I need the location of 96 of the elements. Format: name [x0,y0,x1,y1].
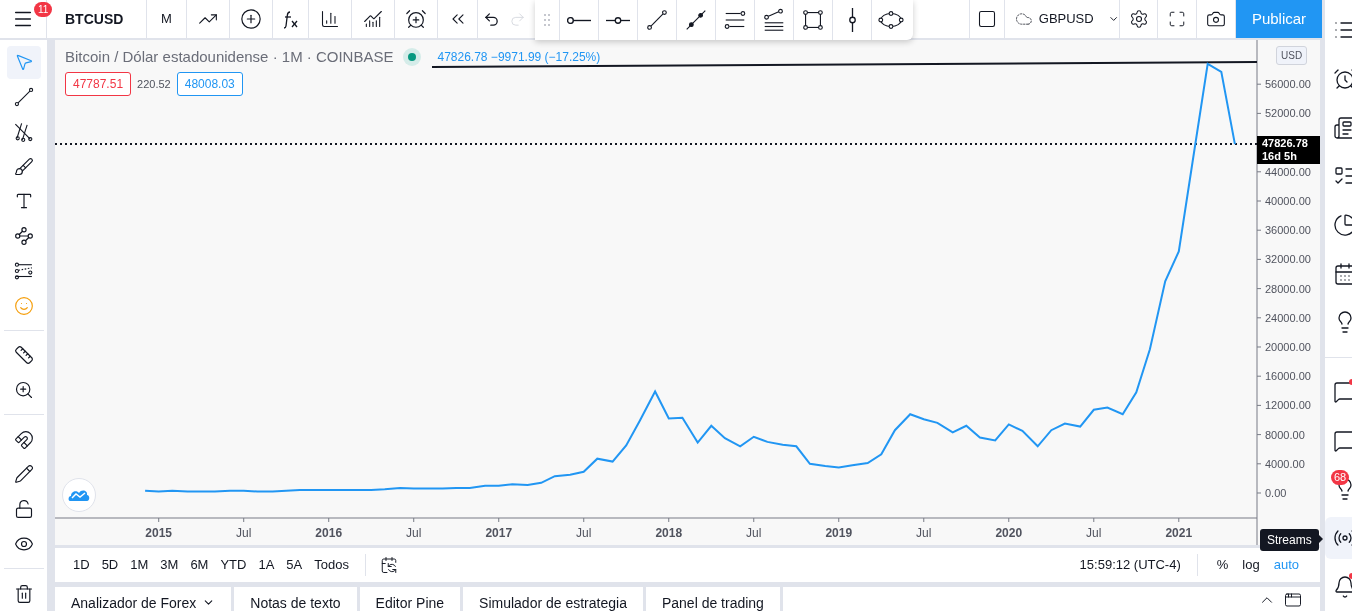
smile-icon [13,295,34,316]
scale-option-button[interactable]: log [1235,552,1267,578]
alarm-clock-icon [405,8,427,30]
range-button[interactable]: 3M [154,552,185,578]
currency-badge[interactable]: USD [1276,46,1308,65]
x-tick-label: 2021 [1165,526,1193,540]
pencil-icon [13,464,34,485]
notification-badge: 11 [34,2,53,17]
alarm-clock-icon [1333,67,1352,91]
pie-chart-icon [1333,213,1352,237]
range-button[interactable]: 6M [184,552,215,578]
trash-icon [13,583,34,604]
rectangle-icon [800,7,826,33]
y-tick-label: 40000.00 [1265,195,1311,207]
range-button[interactable]: 5A [280,552,309,578]
range-button[interactable]: 5D [95,552,125,578]
scale-option-button[interactable]: % [1209,552,1236,578]
horizontal-line-icon [606,16,630,24]
y-tick-label: 32000.00 [1265,253,1311,266]
y-tick-label: 56000.00 [1265,78,1311,91]
chat-icon [1333,380,1352,404]
lock-icon [13,499,34,520]
plus-circle-icon [240,8,262,30]
vertical-line-icon [848,8,856,32]
symbol-search-button[interactable]: BTCUSD [47,0,147,38]
sidebar-button[interactable] [1325,516,1352,560]
x-tick-label: 2018 [655,526,683,540]
x-tick-label: 2020 [995,526,1023,540]
last-price: 47826.78 [1262,137,1309,151]
interval-button[interactable]: M [147,0,187,38]
y-tick-label: 16000.00 [1265,370,1311,383]
y-tick-label: 12000.00 [1265,399,1311,412]
y-tick-label: 20000.00 [1265,341,1311,353]
window-icon [1284,591,1302,609]
y-tick-label: 44000.00 [1265,165,1311,178]
pattern-icon [13,226,34,247]
calendar-icon [1333,261,1352,286]
y-tick-label: 28000.00 [1265,282,1311,295]
ray-icon [567,16,591,24]
panel-tab[interactable]: Simulador de estrategia [463,587,646,611]
chart-title: Bitcoin / Dólar estadounidense · 1M · COINBASE [65,47,394,67]
notification-badge: 68 [1331,470,1350,485]
range-button[interactable]: 1D [67,552,96,578]
line-icon [12,86,35,109]
x-tick-label: 2019 [825,526,853,540]
countdown: 16d 5h [1262,150,1298,164]
x-tick-label: Jul [236,526,252,540]
panel-tab[interactable]: Editor Pine [359,587,464,611]
range-button[interactable]: YTD [214,552,253,578]
spread-value: 220.52 [137,76,171,92]
x-tick-label: 2016 [315,526,343,540]
square-icon [977,9,997,29]
y-tick-label: 36000.00 [1265,224,1311,237]
x-tick-label: 2017 [485,526,513,540]
tooltip: Streams [1260,529,1319,551]
fork-icon [12,120,35,143]
x-tick-label: Jul [406,526,422,540]
x-tick-label: 2015 [145,526,173,540]
x-tick-label: Jul [576,526,592,540]
news-icon [1333,115,1352,140]
chat-icon [1333,428,1352,453]
sidebar-button[interactable]: 68 [1325,468,1352,511]
range-button[interactable]: Todos [308,552,355,578]
brush-icon [13,156,34,177]
y-tick-label: 8000.00 [1265,428,1305,441]
tooltip-arrow [1318,534,1323,544]
magnet-icon [13,429,34,450]
range-button[interactable]: 1M [124,552,155,578]
bar-chart-icon [320,9,340,29]
bell-icon [1333,574,1352,599]
y-tick-label: 0.00 [1265,487,1287,499]
layout-button[interactable] [969,0,1005,38]
zoom-in-icon [13,379,34,400]
panel-tab[interactable]: Analizador de Forex [55,587,235,611]
trend-line-icon [644,7,670,33]
price-change: 47826.78 −9971.99 (−17.25%) [437,49,601,67]
calendar-icon [379,556,398,574]
y-tick-label: 4000.00 [1265,457,1305,470]
bid-price[interactable]: 47787.51 [65,72,132,96]
clock-time[interactable]: 15:59:12 (UTC-4) [1079,555,1181,575]
x-tick-label: Jul [916,526,932,540]
range-button[interactable]: 1A [252,552,281,578]
y-tick-label: 52000.00 [1265,107,1311,120]
chart-icon [363,9,383,29]
logo-button[interactable] [62,478,96,512]
x-tick-label: Jul [746,526,762,540]
fullscreen-icon [1168,10,1186,28]
x-tick-label: Jul [1086,526,1102,540]
panel-tab[interactable]: Panel de trading [645,587,783,611]
camera-icon [1206,9,1226,29]
drag-handle-icon [543,13,551,27]
ruler-icon [13,345,34,366]
y-tick-label: 24000.00 [1265,311,1311,324]
panel-tab[interactable]: Notas de texto [234,587,360,611]
settings-icon [1128,9,1149,29]
compare-symbol-button[interactable]: GBPUSD [1005,0,1120,38]
